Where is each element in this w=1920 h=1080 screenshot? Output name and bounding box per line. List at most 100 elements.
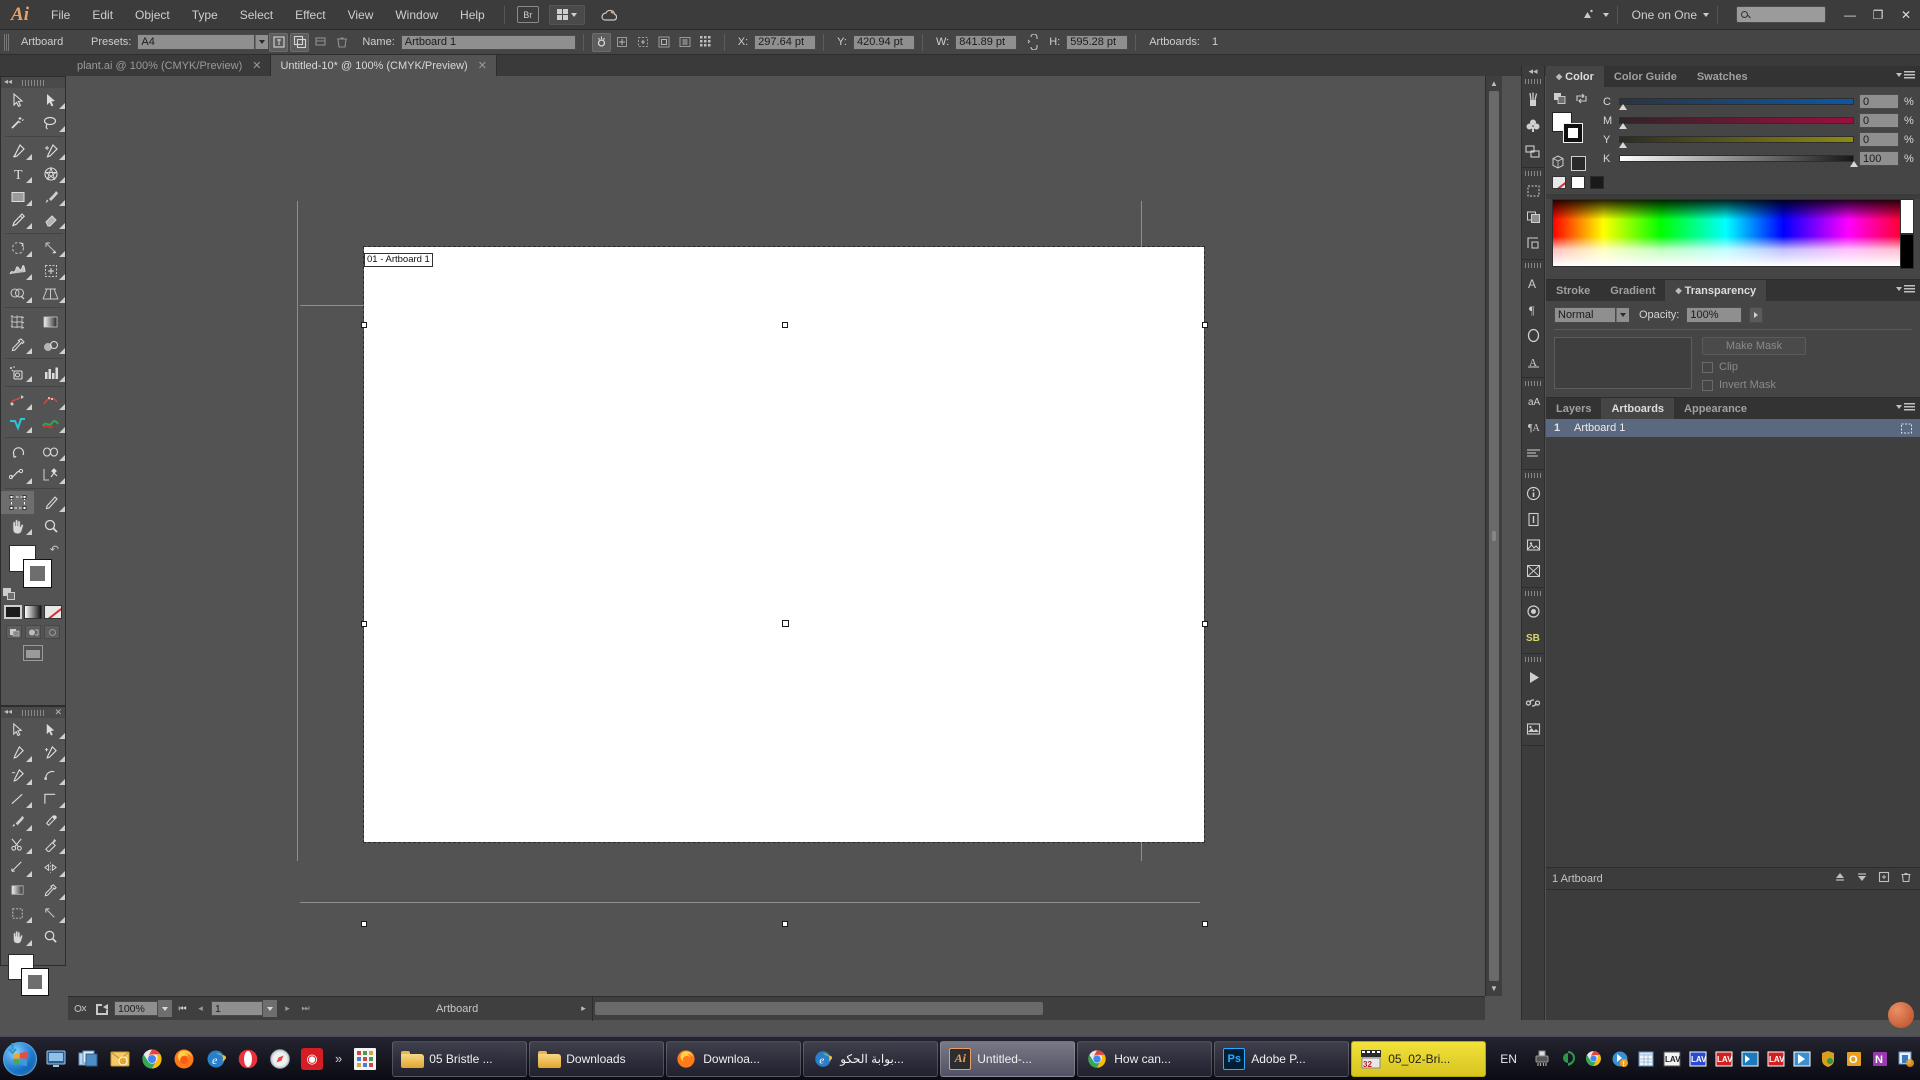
tool-lasso[interactable] (34, 111, 67, 134)
tool-anchor-point-alt[interactable] (34, 764, 67, 787)
previous-artboard-button[interactable]: ◂ (193, 1001, 208, 1017)
tab-layers[interactable]: Layers (1546, 398, 1601, 419)
rail-grip-5[interactable] (1522, 470, 1544, 480)
links-chain-panel-icon[interactable] (1522, 690, 1544, 716)
document-canvas[interactable]: 01 - Artboard 1 (68, 76, 1485, 996)
new-artboard-button[interactable] (269, 32, 289, 52)
outlook-icon[interactable] (105, 1044, 135, 1074)
character-styles-panel-icon[interactable]: aA (1522, 388, 1544, 414)
artboards-panel-icon[interactable] (1522, 178, 1544, 204)
clip-checkbox-row[interactable]: Clip (1702, 361, 1912, 373)
arrange-documents-button[interactable] (548, 4, 585, 25)
tool-free-transform[interactable] (34, 259, 67, 282)
overflow-chevron-icon[interactable]: » (329, 1051, 348, 1066)
height-input[interactable] (1066, 34, 1129, 50)
sync-settings-icon[interactable] (593, 0, 623, 30)
hangouts-icon[interactable] (1557, 1047, 1579, 1071)
collapse-icon[interactable]: ◂◂ (4, 77, 12, 86)
opera-icon[interactable] (233, 1044, 263, 1074)
tool-graph-data[interactable] (34, 463, 67, 486)
canvas-horizontal-scrollbar[interactable] (591, 996, 1485, 1021)
menu-file[interactable]: File (40, 0, 81, 30)
menu-help[interactable]: Help (449, 0, 496, 30)
lav-video-icon[interactable]: LAV (1687, 1047, 1709, 1071)
slider-k[interactable] (1619, 154, 1858, 167)
tool-pen[interactable] (1, 139, 34, 162)
tool-zoom-alt[interactable] (34, 925, 67, 948)
menu-effect[interactable]: Effect (284, 0, 336, 30)
color-mode-none-button[interactable] (44, 605, 62, 619)
sb-panel-icon[interactable]: SB (1522, 624, 1544, 650)
tool-blend[interactable] (34, 333, 67, 356)
opacity-input[interactable] (1686, 307, 1743, 323)
draw-normal-icon[interactable] (6, 625, 22, 639)
tab-gradient[interactable]: Gradient (1600, 280, 1665, 301)
rail-grip-1[interactable] (1522, 76, 1544, 86)
tool-pencil[interactable] (1, 208, 34, 231)
default-fill-stroke-icon[interactable] (3, 588, 16, 601)
tab-artboards[interactable]: Artboards (1601, 398, 1675, 419)
character-panel-icon[interactable]: A (1522, 270, 1544, 296)
channel-input-k[interactable] (1859, 151, 1899, 166)
tool-zigzag[interactable] (1, 412, 34, 435)
taskbar-button-chrome-question[interactable]: How can... (1077, 1040, 1213, 1077)
artboards-list-empty-area[interactable] (1546, 437, 1920, 867)
spectrum-endpoints[interactable] (1900, 199, 1914, 269)
artboard-row-options-icon[interactable] (1892, 422, 1920, 435)
blend-mode-chevron-down-icon[interactable] (1616, 308, 1629, 322)
tool-paintbrush[interactable] (34, 185, 67, 208)
color-none-swatch[interactable] (1571, 156, 1586, 171)
x-input[interactable] (754, 34, 817, 50)
artboard-handle-bc[interactable] (782, 921, 788, 927)
tool-free-transform-alt[interactable] (1, 902, 34, 925)
tool-selection-alt[interactable] (1, 718, 34, 741)
tool-line-segment-alt[interactable] (1, 787, 34, 810)
color-mode-gradient-button[interactable] (24, 605, 42, 619)
tool-paintbrush-alt[interactable] (1, 810, 34, 833)
artboard-options-button[interactable] (311, 33, 330, 52)
document-info-panel-icon[interactable] (1522, 480, 1544, 506)
taskbar-button-photoshop[interactable]: Ps Adobe P... (1214, 1040, 1350, 1077)
tool-scale-alt[interactable] (34, 902, 67, 925)
menu-object[interactable]: Object (124, 0, 181, 30)
width-input[interactable] (955, 34, 1018, 50)
stroke-swatch[interactable] (23, 559, 52, 588)
clip-checkbox[interactable] (1702, 361, 1713, 373)
excel-icon[interactable] (1635, 1047, 1657, 1071)
paragraph-styles-panel-icon[interactable]: ¶A (1522, 414, 1544, 440)
make-mask-button[interactable]: Make Mask (1702, 337, 1806, 355)
secondary-tools-header[interactable]: ◂◂ ✕ (1, 707, 65, 718)
tool-gradient-alt[interactable] (1, 879, 34, 902)
tool-smooth[interactable] (1, 463, 34, 486)
artboard-move-icon[interactable] (591, 32, 611, 52)
internet-explorer-icon[interactable]: e (201, 1044, 231, 1074)
menu-select[interactable]: Select (229, 0, 284, 30)
tool-add-anchor-alt[interactable] (34, 741, 67, 764)
align-panel-icon[interactable] (1522, 138, 1544, 164)
slider-m[interactable] (1619, 116, 1854, 129)
tool-reflect-alt[interactable] (34, 856, 67, 879)
tab-swatches[interactable]: Swatches (1687, 66, 1758, 87)
firefox-icon[interactable] (169, 1044, 199, 1074)
tool-direct-selection[interactable] (34, 88, 67, 111)
tool-measure-alt[interactable] (1, 856, 34, 879)
attributes-panel-icon[interactable] (1522, 506, 1544, 532)
quick-black-swatch[interactable] (1590, 176, 1604, 189)
swap-fill-stroke-icon[interactable]: ↶ (50, 543, 59, 556)
vertical-scroll-thumb[interactable] (1489, 91, 1499, 981)
channel-input-m[interactable] (1859, 113, 1899, 128)
first-artboard-button[interactable]: ⏮ (175, 1001, 190, 1017)
artboard-number-input[interactable] (211, 1001, 263, 1016)
tool-blob-brush-alt[interactable] (34, 810, 67, 833)
tool-pen-alt[interactable] (1, 741, 34, 764)
taskbar-button-illustrator[interactable]: Ai Untitled-... (940, 1040, 1076, 1077)
blend-mode-select[interactable]: Normal (1554, 307, 1632, 323)
artboard-handle-tr[interactable] (1202, 322, 1208, 328)
show-center-mark-icon[interactable] (613, 33, 632, 52)
artboard-handle-br[interactable] (1202, 921, 1208, 927)
tool-zoom[interactable] (34, 514, 67, 537)
windows-flip-icon[interactable] (73, 1044, 103, 1074)
color-stroke-swatch[interactable] (1563, 123, 1583, 143)
taskbar-button-downloads-folder[interactable]: Downloads (8, 1040, 665, 1077)
tools-panel-header[interactable]: ◂◂ (1, 77, 65, 88)
